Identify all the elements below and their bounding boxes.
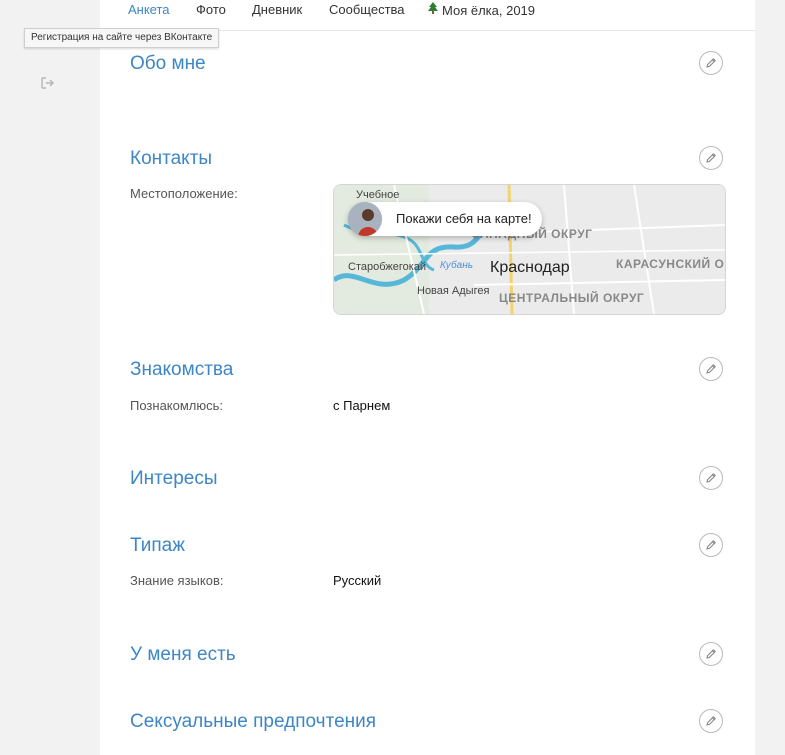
vk-registration-tooltip: Регистрация на сайте через ВКонтакте [24, 28, 220, 48]
section-title-dating: Знакомства [130, 359, 234, 380]
map-place-novaya-adygeya: Новая Адыгея [417, 285, 490, 297]
edit-contacts-button[interactable] [699, 146, 723, 170]
section-title-about: Обо мне [130, 53, 206, 74]
languages-label: Знание языков: [130, 573, 224, 588]
pencil-icon [706, 364, 716, 374]
pencil-icon [706, 716, 716, 726]
languages-value: Русский [333, 573, 382, 588]
tab-my-tree[interactable]: Моя ёлка, 2019 [427, 2, 535, 18]
pencil-icon [706, 473, 716, 483]
tab-diary[interactable]: Дневник [252, 2, 302, 17]
map-popup[interactable]: Покажи себя на карте! [348, 202, 542, 236]
map-popup-text: Покажи себя на карте! [396, 211, 532, 226]
pencil-icon [706, 58, 716, 68]
map-place-uchebnoe: Учебное [356, 189, 400, 201]
tab-communities[interactable]: Сообщества [329, 2, 405, 17]
edit-interests-button[interactable] [699, 466, 723, 490]
pencil-icon [706, 153, 716, 163]
christmas-tree-icon [427, 2, 439, 18]
dating-value: с Парнем [333, 398, 391, 413]
map-district-karasun: КАРАСУНСКИЙ ОКРУГ [616, 257, 725, 271]
edit-have-button[interactable] [699, 642, 723, 666]
section-title-interests: Интересы [130, 468, 218, 489]
location-map[interactable]: Учебное Старобжегокай Кубань Новая Адыге… [333, 184, 726, 315]
pencil-icon [706, 649, 716, 659]
tab-photo[interactable]: Фото [196, 2, 226, 17]
avatar [348, 202, 382, 236]
edit-dating-button[interactable] [699, 357, 723, 381]
edit-about-button[interactable] [699, 51, 723, 75]
section-title-contacts: Контакты [130, 148, 213, 169]
map-city-krasnodar: Краснодар [490, 259, 570, 276]
logout-arrow-icon[interactable] [40, 76, 56, 90]
tab-my-tree-label: Моя ёлка, 2019 [442, 3, 536, 18]
edit-type-button[interactable] [699, 533, 723, 557]
map-river-kuban: Кубань [440, 260, 473, 271]
section-title-type: Типаж [130, 535, 185, 556]
edit-sexual-button[interactable] [699, 709, 723, 733]
map-place-starobzhegokay: Старобжегокай [348, 261, 427, 273]
pencil-icon [706, 540, 716, 550]
tab-anketa[interactable]: Анкета [128, 2, 170, 17]
map-district-central: ЦЕНТРАЛЬНЫЙ ОКРУГ [499, 291, 645, 305]
profile-tabs: Анкета Фото Дневник Сообщества Моя ёлка,… [100, 0, 755, 31]
section-title-sexual: Сексуальные предпочтения [130, 711, 377, 732]
dating-label: Познакомлюсь: [130, 398, 224, 413]
location-label: Местоположение: [130, 186, 238, 201]
section-title-have: У меня есть [130, 644, 236, 665]
